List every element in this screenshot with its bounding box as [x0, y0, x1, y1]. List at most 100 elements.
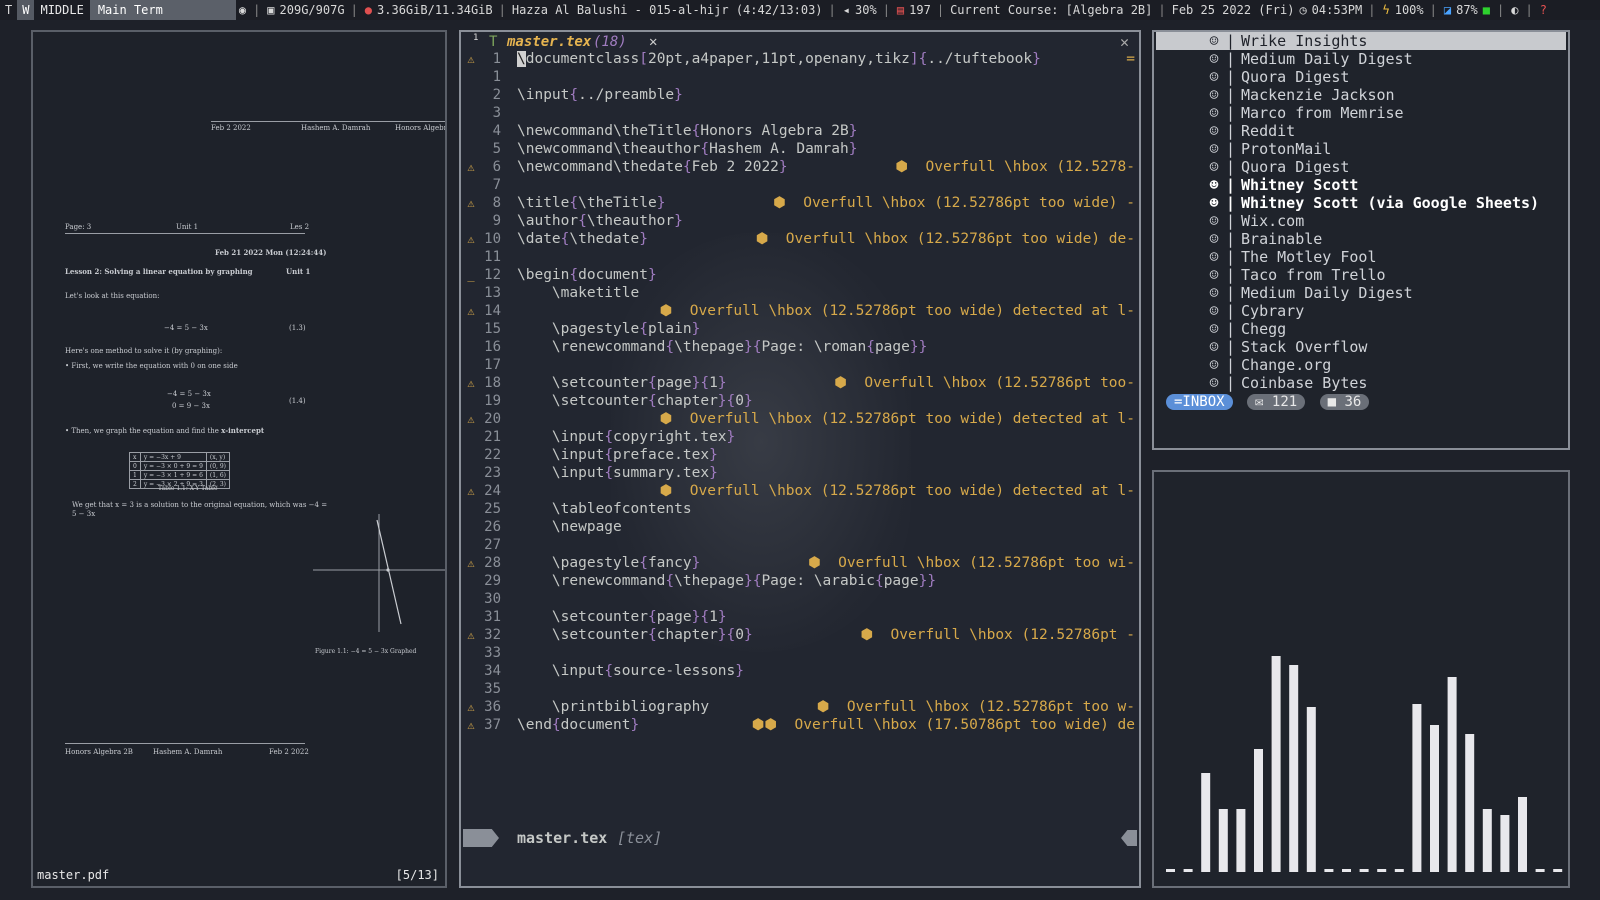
editor-pane[interactable]: 1 T master.tex (18) ✕ ✕ ⚠ 1 \documentclass… [459, 30, 1141, 888]
code-text[interactable]: \printbibliography [517, 698, 709, 716]
code-text[interactable]: \maketitle [517, 284, 639, 302]
code-text[interactable]: \pagestyle{plain} [517, 320, 700, 338]
code-line[interactable]: ⚠ 18 \setcounter{page}{1} ⬢ Overfull \hbox… [461, 374, 1139, 392]
code-text[interactable]: \author{\theauthor} [517, 212, 683, 230]
mail-list-item[interactable]: ☺ | Cybrary [1156, 302, 1566, 320]
close-icon[interactable]: ✕ [1120, 32, 1129, 52]
code-line[interactable]: 21 \input{copyright.tex} [461, 428, 1139, 446]
code-line[interactable]: 26 \newpage [461, 518, 1139, 536]
code-text[interactable]: \renewcommand{\thepage}{Page: \roman{pag… [517, 338, 927, 356]
mail-list-item[interactable]: ☺ | Wrike Insights [1156, 32, 1566, 50]
mail-list-item[interactable]: ☺ | Quora Digest [1156, 68, 1566, 86]
code-text[interactable]: \tableofcontents [517, 500, 692, 518]
code-text[interactable]: \setcounter{page}{1} [517, 374, 727, 392]
code-text[interactable]: \newpage [517, 518, 622, 536]
layout-indicator[interactable]: MIDDLE [34, 0, 89, 20]
mail-list-item[interactable]: ☺ | Chegg [1156, 320, 1566, 338]
code-line[interactable]: 23 \input{summary.tex} [461, 464, 1139, 482]
code-line[interactable]: 9 \author{\theauthor} [461, 212, 1139, 230]
tab-close-icon[interactable]: ✕ [649, 32, 657, 52]
now-playing[interactable]: Hazza Al Balushi - 015-al-hijr (4:42/13:… [510, 0, 825, 20]
mail-list-item[interactable]: ☺ | Medium Daily Digest [1156, 284, 1566, 302]
code-line[interactable]: ⚠ 37 \end{document} ⬢⬢ Overfull \hbox (17.5… [461, 716, 1139, 734]
code-text[interactable]: \setcounter{chapter}{0} [517, 626, 753, 644]
code-text[interactable]: \renewcommand{\thepage}{Page: \arabic{pa… [517, 572, 936, 590]
mail-list-item[interactable]: ☺ | Mackenzie Jackson [1156, 86, 1566, 104]
code-line[interactable]: 5 \newcommand\theauthor{Hashem A. Damrah} [461, 140, 1139, 158]
code-text[interactable]: \newcommand\theauthor{Hashem A. Damrah} [517, 140, 857, 158]
mail-list-item[interactable]: ☺ | ProtonMail [1156, 140, 1566, 158]
code-line[interactable]: ⚠ 8 \title{\theTitle} ⬢ Overfull \hbox (12.… [461, 194, 1139, 212]
code-text[interactable]: \documentclass[20pt,a4paper,11pt,openany… [517, 50, 1041, 68]
code-line[interactable]: 7 [461, 176, 1139, 194]
code-line[interactable]: ⚠ 32 \setcounter{chapter}{0} ⬢ Overfull \h… [461, 626, 1139, 644]
code-line[interactable]: 33 [461, 644, 1139, 662]
volume-level[interactable]: 30% [853, 0, 879, 20]
code-text[interactable]: \begin{document} [517, 266, 657, 284]
code-line[interactable]: 35 [461, 680, 1139, 698]
mail-client-pane[interactable]: ☺ | Wrike Insights ☺ | Medium Daily Digest ☺ | Q… [1152, 30, 1570, 450]
mail-list-item[interactable]: ☺ | Medium Daily Digest [1156, 50, 1566, 68]
code-line[interactable]: 34 \input{source-lessons} [461, 662, 1139, 680]
code-line[interactable]: ⚠ 14 ⬢ Overfull \hbox (12.52786pt too wide… [461, 302, 1139, 320]
code-line[interactable]: 1 [461, 68, 1139, 86]
code-line[interactable]: ⚠ 6 \newcommand\thedate{Feb 2 2022} ⬢ Overf… [461, 158, 1139, 176]
mail-list-item[interactable]: ☺ | Reddit [1156, 122, 1566, 140]
code-line[interactable]: ⚠ 10 \date{\thedate} ⬢ Overfull \hbox (12.5… [461, 230, 1139, 248]
code-text[interactable]: \title{\theTitle} [517, 194, 665, 212]
code-line[interactable]: 4 \newcommand\theTitle{Honors Algebra 2B} [461, 122, 1139, 140]
code-line[interactable]: 31 \setcounter{page}{1} [461, 608, 1139, 626]
code-text[interactable]: \setcounter{page}{1} [517, 608, 727, 626]
code-area[interactable]: ⚠ 1 \documentclass[20pt,a4paper,11pt,opena… [461, 50, 1139, 750]
help-icon[interactable]: ? [1537, 0, 1550, 20]
code-line[interactable]: 3 [461, 104, 1139, 122]
code-line[interactable]: 2 \input{../preamble} [461, 86, 1139, 104]
mail-list-item[interactable]: ☺ | Coinbase Bytes [1156, 374, 1566, 392]
mail-list-item[interactable]: ☺ | Brainable [1156, 230, 1566, 248]
pdf-viewer-pane[interactable]: Feb 2 2022 Hashem A. Damrah Honors Algeb… [31, 30, 447, 888]
workspace-w[interactable]: W [17, 0, 35, 20]
code-text[interactable]: \end{document} [517, 716, 639, 734]
inbox-tag[interactable]: =INBOX [1166, 394, 1233, 410]
mail-list-item[interactable]: ☺ | Taco from Trello [1156, 266, 1566, 284]
mail-list[interactable]: ☺ | Wrike Insights ☺ | Medium Daily Digest ☺ | Q… [1156, 32, 1566, 392]
code-line[interactable]: 13 \maketitle [461, 284, 1139, 302]
mail-list-item[interactable]: ☺ | Quora Digest [1156, 158, 1566, 176]
code-text[interactable]: \newcommand\thedate{Feb 2 2022} [517, 158, 788, 176]
code-line[interactable]: ⚠ 20 ⬢ Overfull \hbox (12.52786pt too wide… [461, 410, 1139, 428]
code-line[interactable]: 29 \renewcommand{\thepage}{Page: \arabic… [461, 572, 1139, 590]
mail-list-item[interactable]: ☺ | The Motley Fool [1156, 248, 1566, 266]
code-line[interactable]: 15 \pagestyle{plain} [461, 320, 1139, 338]
wifi-icon[interactable]: ■ [1480, 0, 1493, 20]
toggle-icon[interactable]: ◐ [1508, 0, 1521, 20]
pdf-page[interactable]: Feb 2 2022 Hashem A. Damrah Honors Algeb… [33, 32, 445, 854]
code-line[interactable]: ⚠ 28 \pagestyle{fancy} ⬢ Overfull \hbox (1… [461, 554, 1139, 572]
code-line[interactable]: _ 12 \begin{document} [461, 266, 1139, 284]
mail-list-item[interactable]: ☺ | Marco from Memrise [1156, 104, 1566, 122]
code-text[interactable]: \input{../preamble} [517, 86, 683, 104]
workspace-t[interactable]: T [0, 0, 17, 20]
code-line[interactable]: 22 \input{preface.tex} [461, 446, 1139, 464]
code-line[interactable]: 27 [461, 536, 1139, 554]
code-text[interactable]: \pagestyle{fancy} [517, 554, 700, 572]
tab-filename[interactable]: master.tex [507, 32, 591, 52]
mail-list-item[interactable]: ☻ | Whitney Scott (via Google Sheets) [1156, 194, 1566, 212]
code-text[interactable]: \input{preface.tex} [517, 446, 718, 464]
volume-icon[interactable]: ◂ [840, 0, 853, 20]
code-text[interactable]: \newcommand\theTitle{Honors Algebra 2B} [517, 122, 857, 140]
code-line[interactable]: 17 [461, 356, 1139, 374]
code-text[interactable]: \input{source-lessons} [517, 662, 744, 680]
chrome-icon[interactable]: ◉ [236, 0, 249, 20]
mail-list-item[interactable]: ☻ | Whitney Scott [1156, 176, 1566, 194]
code-text[interactable]: \input{copyright.tex} [517, 428, 735, 446]
code-line[interactable]: ⚠ 36 \printbibliography ⬢ Overfull \hbox (… [461, 698, 1139, 716]
mail-list-item[interactable]: ☺ | Stack Overflow [1156, 338, 1566, 356]
code-line[interactable]: 25 \tableofcontents [461, 500, 1139, 518]
code-text[interactable]: \date{\thedate} [517, 230, 648, 248]
code-line[interactable]: ⚠ 1 \documentclass[20pt,a4paper,11pt,opena… [461, 50, 1139, 68]
code-line[interactable]: 11 [461, 248, 1139, 266]
code-line[interactable]: 16 \renewcommand{\thepage}{Page: \roman{… [461, 338, 1139, 356]
code-line[interactable]: 30 [461, 590, 1139, 608]
mail-list-item[interactable]: ☺ | Wix.com [1156, 212, 1566, 230]
mail-list-item[interactable]: ☺ | Change.org [1156, 356, 1566, 374]
